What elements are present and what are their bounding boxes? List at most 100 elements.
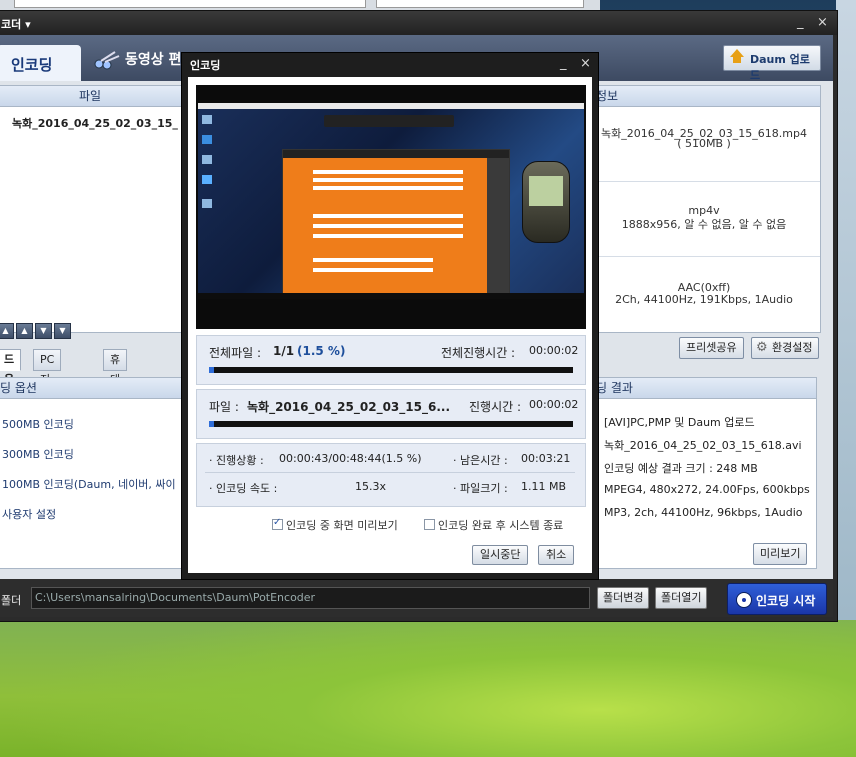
preview-gadget-screen — [529, 176, 563, 206]
desktop-right-edge — [836, 0, 856, 620]
move-down-button[interactable]: ▼ — [35, 323, 52, 339]
info-file-size: ( 510MB ) — [677, 137, 731, 150]
preview-desktop-icon — [202, 115, 212, 124]
tab-encoding-label: 인코딩 — [11, 56, 53, 74]
background-field — [376, 0, 584, 8]
info-audio-detail: 2Ch, 44100Hz, 191Kbps, 1Audio — [615, 293, 793, 306]
preview-row — [313, 178, 463, 182]
progress-value: 00:00:43/00:48:44(1.5 %) — [279, 452, 422, 465]
preview-row — [313, 234, 463, 238]
preview-row — [313, 268, 433, 272]
film-reel-icon — [736, 592, 752, 608]
elapsed-value: 00:00:02 — [529, 398, 579, 411]
remaining-value: 00:03:21 — [521, 452, 571, 465]
file-order-buttons: ▲ ▲ ▼ ▼ — [0, 323, 73, 339]
start-encoding-button[interactable]: 인코딩 시작 — [727, 583, 827, 615]
scissors-icon — [94, 51, 120, 70]
cancel-button[interactable]: 취소 — [538, 545, 575, 565]
move-up-button[interactable]: ▲ — [16, 323, 33, 339]
preview-taskbar — [198, 293, 584, 299]
tab-video-edit-label: 동영상 편 — [125, 52, 182, 68]
stats-divider — [205, 472, 575, 473]
tab-video-edit[interactable]: 동영상 편 — [93, 49, 181, 70]
upload-arrow-icon — [730, 49, 744, 57]
info-video-detail: 1888x956, 알 수 없음, 알 수 없음 — [621, 218, 787, 231]
total-progress-bar — [209, 367, 573, 373]
start-encoding-label: 인코딩 시작 — [756, 594, 816, 608]
encoding-progress-dialog: 인코딩 _ × 전체파일: 1/1 (1.5 %) 전체진행시간: 00:0… — [181, 52, 599, 580]
result-item: [AVI]PC,PMP 및 Daum 업로드 — [604, 416, 755, 429]
preview-row — [313, 170, 463, 174]
tab-encoding[interactable]: 인코딩 — [0, 45, 81, 81]
tab-mobile[interactable]: 휴대 기기용 — [103, 349, 128, 446]
file-list-panel: 파일 녹화_2016_04_25_02_03_15_ — [0, 85, 183, 333]
dialog-close-button[interactable]: × — [580, 56, 591, 71]
close-button[interactable]: × — [817, 15, 828, 30]
folder-path-field[interactable]: C:\Users\mansalring\Documents\Daum\PotEn… — [31, 587, 590, 609]
preview-checkbox-box[interactable] — [272, 517, 283, 530]
file-progress-section: 파일 : 녹화_2016_04_25_02_03_15_6... 진행시간 : … — [196, 389, 586, 439]
dialog-minimize-button[interactable]: _ — [560, 56, 567, 71]
option-item[interactable]: 300MB 인코딩 — [2, 446, 74, 462]
video-preview — [196, 85, 586, 329]
change-folder-button[interactable]: 폴더변경 — [597, 587, 650, 609]
total-progress-section: 전체파일 : 1/1 (1.5 %) 전체진행시간 : 00:00:02 — [196, 335, 586, 385]
result-item: 녹화_2016_04_25_02_03_15_618.avi — [604, 439, 802, 452]
env-settings-label: 환경설정 — [772, 341, 813, 354]
preview-row — [313, 186, 463, 190]
remaining-label: · 남은시간 : — [453, 454, 508, 467]
daum-upload-button[interactable]: Daum 업로드 — [723, 45, 821, 82]
dialog-title: 인코딩 — [190, 59, 221, 72]
result-item: 인코딩 예상 결과 크기 : 248 MB — [604, 462, 758, 475]
option-item[interactable]: 사용자 설정 — [2, 506, 56, 522]
preview-orange-window — [282, 149, 510, 297]
encoding-result-panel: 딩 결과 [AVI]PC,PMP 및 Daum 업로드 녹화_2016_04_2… — [593, 377, 817, 569]
file-label: 파일 : — [209, 400, 239, 414]
dialog-title-bar: 인코딩 _ × — [182, 53, 598, 75]
shutdown-checkbox[interactable]: 인코딩 완료 후 시스템 종료 — [424, 517, 563, 533]
shutdown-checkbox-box[interactable] — [424, 519, 435, 530]
open-folder-button[interactable]: 폴더열기 — [655, 587, 708, 609]
env-settings-button[interactable]: ⚙ 환경설정 — [751, 337, 820, 359]
preview-checkbox[interactable]: 인코딩 중 화면 미리보기 — [272, 517, 398, 533]
dialog-content: 전체파일 : 1/1 (1.5 %) 전체진행시간 : 00:00:02 파일 … — [188, 77, 592, 573]
filesize-label: · 파일크기 : — [453, 482, 508, 495]
preview-frame — [198, 103, 584, 299]
preview-button[interactable]: 미리보기 — [753, 543, 808, 565]
pause-button[interactable]: 일시중단 — [472, 545, 529, 565]
minimize-button[interactable]: _ — [797, 15, 804, 30]
info-video: mp4v 1888x956, 알 수 없음, 알 수 없음 — [588, 182, 820, 257]
background-field — [14, 0, 366, 8]
total-files-label: 전체파일 : — [209, 346, 262, 360]
move-bottom-button[interactable]: ▼ — [54, 323, 71, 339]
file-list-item[interactable]: 녹화_2016_04_25_02_03_15_ — [0, 107, 182, 131]
tab-preset-1[interactable]: 드용 — [0, 349, 22, 386]
option-item[interactable]: 100MB 인코딩(Daum, 네이버, 싸이 — [2, 476, 176, 492]
preview-row — [313, 214, 463, 218]
preview-orange-sidebar — [487, 158, 509, 296]
current-file-name: 녹화_2016_04_25_02_03_15_6... — [247, 400, 451, 414]
result-item: MP3, 2ch, 44100Hz, 96kbps, 1Audio — [604, 506, 803, 519]
file-progress-fill — [209, 421, 215, 427]
total-files-value: 1/1 — [273, 344, 295, 358]
encoding-stats-section: · 진행상황 : 00:00:43/00:48:44(1.5 %) · 남은시간… — [196, 443, 586, 507]
preview-toolbar — [324, 115, 454, 127]
total-percent: (1.5 %) — [297, 344, 346, 358]
encoding-result-header: 딩 결과 — [594, 378, 816, 399]
tab-pc-storage[interactable]: PC 저장용 — [33, 349, 62, 426]
preset-share-button[interactable]: 프리셋공유 — [679, 337, 744, 359]
output-folder-bar: 폴더 C:\Users\mansalring\Documents\Daum\Po… — [0, 579, 833, 617]
info-audio: AAC(0xff) 2Ch, 44100Hz, 191Kbps, 1Audio — [588, 257, 820, 331]
file-info-header: 정보 — [588, 86, 820, 107]
move-top-button[interactable]: ▲ — [0, 323, 14, 339]
file-info-panel: 정보 녹화_2016_04_25_02_03_15_618.mp4 ( 510M… — [587, 85, 821, 333]
speed-value: 15.3x — [355, 480, 387, 493]
preview-row — [313, 258, 433, 262]
preview-desktop-icon — [202, 175, 212, 184]
main-title-bar: 코더 ▾ _ × — [0, 11, 837, 35]
progress-label: · 진행상황 : — [209, 454, 264, 467]
preview-desktop-icon — [202, 199, 212, 208]
total-elapsed-value: 00:00:02 — [529, 344, 579, 357]
option-item[interactable]: 500MB 인코딩 — [2, 416, 74, 432]
speed-label: · 인코딩 속도 : — [209, 482, 278, 495]
